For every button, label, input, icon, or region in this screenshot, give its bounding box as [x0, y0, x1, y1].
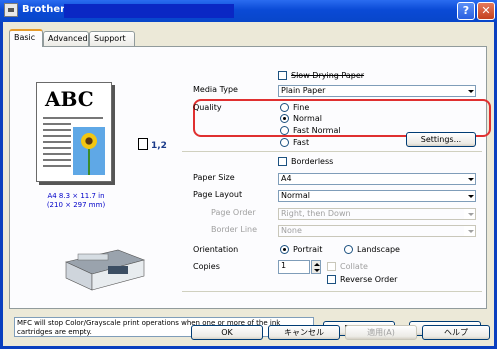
quality-fast-radio[interactable]	[280, 138, 289, 147]
border-line-select[interactable]: None	[278, 225, 476, 237]
copies-spinner[interactable]	[311, 260, 321, 274]
preview-paper-info: A4 8.3 × 11.7 in (210 × 297 mm)	[36, 192, 116, 210]
preview-abc-text: ABC	[45, 87, 94, 111]
page-order-select[interactable]: Right, then Down	[278, 208, 476, 220]
border-line-value: None	[281, 226, 302, 235]
page-order-value: Right, then Down	[281, 209, 351, 218]
title-highlight-field	[64, 4, 234, 18]
chevron-down-icon[interactable]	[464, 226, 475, 236]
text-line	[43, 141, 71, 143]
portrait-radio[interactable]	[280, 245, 289, 254]
text-line	[43, 129, 71, 131]
borderless-label: Borderless	[291, 157, 334, 166]
collate-checkbox[interactable]	[327, 262, 336, 271]
media-type-select[interactable]: Plain Paper	[278, 85, 476, 97]
page-layout-label: Page Layout	[193, 190, 243, 199]
tab-basic[interactable]: Basic	[9, 29, 43, 47]
settings-button[interactable]: Settings...	[406, 132, 476, 147]
slow-drying-checkbox[interactable]	[278, 71, 287, 80]
window-title: Brother	[22, 4, 66, 15]
page-order-label: Page Order	[211, 208, 256, 217]
text-line	[43, 123, 71, 125]
cancel-button[interactable]: キャンセル	[268, 325, 340, 340]
chevron-down-icon[interactable]	[464, 174, 475, 184]
quality-normal-label: Normal	[293, 114, 322, 123]
copies-value: 1	[281, 261, 287, 270]
reverse-order-label: Reverse Order	[340, 275, 398, 284]
preview-paper-line2: (210 × 297 mm)	[46, 201, 106, 209]
basic-panel: ABC 1,2 A4 8.3 × 11.7 in (210 × 297 mm)	[9, 46, 491, 309]
page-preview: ABC	[36, 82, 112, 182]
copies-label: Copies	[193, 262, 220, 271]
collate-label: Collate	[340, 262, 368, 271]
portrait-label: Portrait	[293, 245, 323, 254]
landscape-radio[interactable]	[344, 245, 353, 254]
quality-fast-normal-label: Fast Normal	[293, 126, 341, 135]
media-type-label: Media Type	[193, 85, 238, 94]
dialog-window: Brother ? ✕ Basic Advanced Support ABC 1…	[0, 0, 497, 349]
preview-paper-line1: A4 8.3 × 11.7 in	[47, 192, 105, 200]
copies-input[interactable]: 1	[278, 260, 310, 274]
close-icon[interactable]: ✕	[477, 2, 495, 20]
media-type-value: Plain Paper	[281, 86, 326, 95]
quality-fast-normal-radio[interactable]	[280, 126, 289, 135]
text-line	[43, 117, 103, 119]
paper-size-select[interactable]: A4	[278, 173, 476, 185]
border-line-label: Border Line	[211, 225, 258, 234]
text-line	[43, 153, 71, 155]
ok-button[interactable]: OK	[191, 325, 263, 340]
quality-fine-label: Fine	[293, 103, 310, 112]
text-line	[43, 159, 71, 161]
divider	[182, 291, 482, 292]
apply-button[interactable]: 適用(A)	[345, 325, 417, 340]
preview-copies-label: 1,2	[151, 141, 167, 151]
chevron-down-icon[interactable]	[464, 86, 475, 96]
quality-fast-label: Fast	[293, 138, 310, 147]
text-line	[43, 165, 71, 167]
reverse-order-checkbox[interactable]	[327, 275, 336, 284]
borderless-checkbox[interactable]	[278, 157, 287, 166]
tab-advanced[interactable]: Advanced	[43, 31, 89, 46]
chevron-down-icon[interactable]	[464, 191, 475, 201]
paper-size-value: A4	[281, 174, 292, 183]
slow-drying-label: Slow Drying Paper	[291, 71, 365, 80]
help-button[interactable]: ヘルプ	[422, 325, 490, 340]
text-line	[43, 135, 71, 137]
copies-icon	[135, 135, 148, 150]
dialog-client: Basic Advanced Support ABC 1,2 A4 8.3 × …	[3, 22, 494, 346]
page-layout-select[interactable]: Normal	[278, 190, 476, 202]
printer-icon	[4, 3, 18, 17]
orientation-label: Orientation	[193, 245, 239, 254]
divider	[182, 151, 482, 152]
paper-size-label: Paper Size	[193, 173, 235, 182]
page-layout-value: Normal	[281, 191, 310, 200]
chevron-down-icon[interactable]	[464, 209, 475, 219]
text-line	[43, 147, 71, 149]
quality-fine-radio[interactable]	[280, 103, 289, 112]
question-icon[interactable]: ?	[457, 2, 475, 20]
mfc-printer-image	[65, 249, 145, 291]
tab-support[interactable]: Support	[89, 31, 135, 46]
quality-normal-radio[interactable]	[280, 114, 289, 123]
sunflower-image	[73, 127, 105, 175]
landscape-label: Landscape	[357, 245, 400, 254]
quality-label: Quality	[193, 103, 222, 112]
title-bar[interactable]: Brother ? ✕	[0, 0, 497, 22]
